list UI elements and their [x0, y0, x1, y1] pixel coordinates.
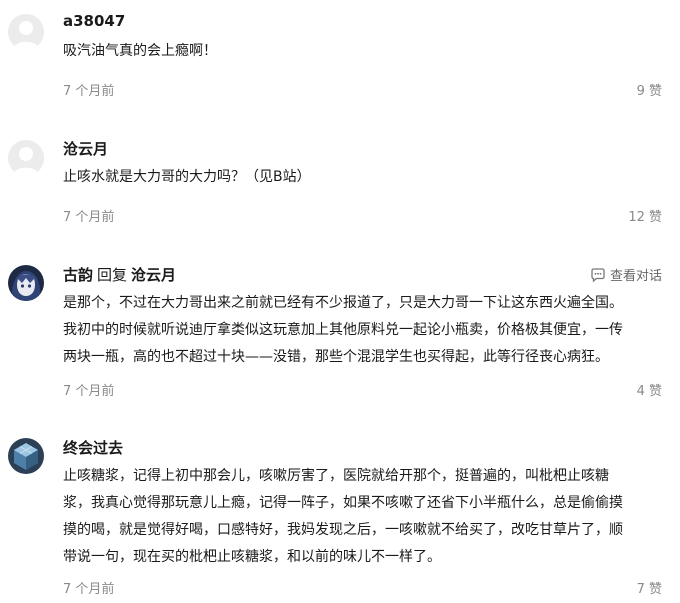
comment-author[interactable]: 沧云月 — [63, 138, 108, 159]
user-avatar-cube-icon[interactable] — [8, 438, 44, 474]
comment-text: 止咳水就是大力哥的大力吗？（见B站） — [63, 169, 311, 185]
reply-label: 回复 — [97, 266, 128, 284]
user-avatar-default-icon[interactable] — [8, 140, 44, 176]
view-conversation-button[interactable]: 查看对话 — [590, 265, 662, 284]
comment-text-line: 是那个，不过在大力哥出来之前就已经有不少报道了，只是大力哥一下让这东西火遍全国。 — [63, 295, 623, 311]
comment-time: 7 个月前 — [63, 582, 115, 597]
like-button[interactable]: 12 赞 — [628, 206, 662, 225]
comment-text-line: 浆，我真心觉得那玩意儿上瘾，记得一阵子，如果不咳嗽了还省下小半瓶什么，总是偷偷摸 — [63, 495, 623, 511]
comment-author[interactable]: 古韵 — [63, 266, 93, 284]
reply-to-author[interactable]: 沧云月 — [131, 266, 176, 284]
comment-text-line: 带说一句，现在买的枇杷止咳糖浆，和以前的味儿不一样了。 — [63, 549, 441, 565]
like-button[interactable]: 9 赞 — [637, 80, 662, 99]
comment-author[interactable]: a38047 — [63, 12, 125, 30]
comment-text: 是那个，不过在大力哥出来之前就已经有不少报道了，只是大力哥一下让这东西火遍全国。… — [63, 290, 667, 371]
comment-time: 7 个月前 — [63, 210, 115, 225]
comment-text-line: 摸的喝，就是觉得好喝，口感特好，我妈发现之后，一咳嗽就不给买了，改吃甘草片了，顺 — [63, 522, 623, 538]
comment-time: 7 个月前 — [63, 84, 115, 99]
like-button[interactable]: 4 赞 — [637, 380, 662, 399]
user-avatar-default-icon[interactable] — [8, 14, 44, 50]
comment-time: 7 个月前 — [63, 384, 115, 399]
comment-text-line: 我初中的时候就听说迪厅拿类似这玩意加上其他原料兑一起论小瓶卖，价格极其便宜，一传 — [63, 322, 623, 338]
conversation-icon — [590, 267, 606, 283]
view-conversation-label: 查看对话 — [609, 269, 662, 284]
comment-text: 吸汽油气真的会上瘾啊！ — [63, 43, 217, 59]
comment-author-line: 古韵 回复 沧云月 — [63, 264, 176, 285]
comment-text-line: 止咳糖浆，记得上初中那会儿，咳嗽厉害了，医院就给开那个，挺普遍的，叫枇杷止咳糖 — [63, 468, 609, 484]
like-button[interactable]: 7 赞 — [637, 578, 662, 597]
comment-author[interactable]: 终会过去 — [63, 437, 123, 458]
comment-text: 止咳糖浆，记得上初中那会儿，咳嗽厉害了，医院就给开那个，挺普遍的，叫枇杷止咳糖 … — [63, 463, 667, 571]
comment-text-line: 两块一瓶，高的也不超过十块——没错，那些个混混学生也买得起，此等行径丧心病狂。 — [63, 349, 609, 365]
user-avatar-anime-icon[interactable] — [8, 265, 44, 301]
